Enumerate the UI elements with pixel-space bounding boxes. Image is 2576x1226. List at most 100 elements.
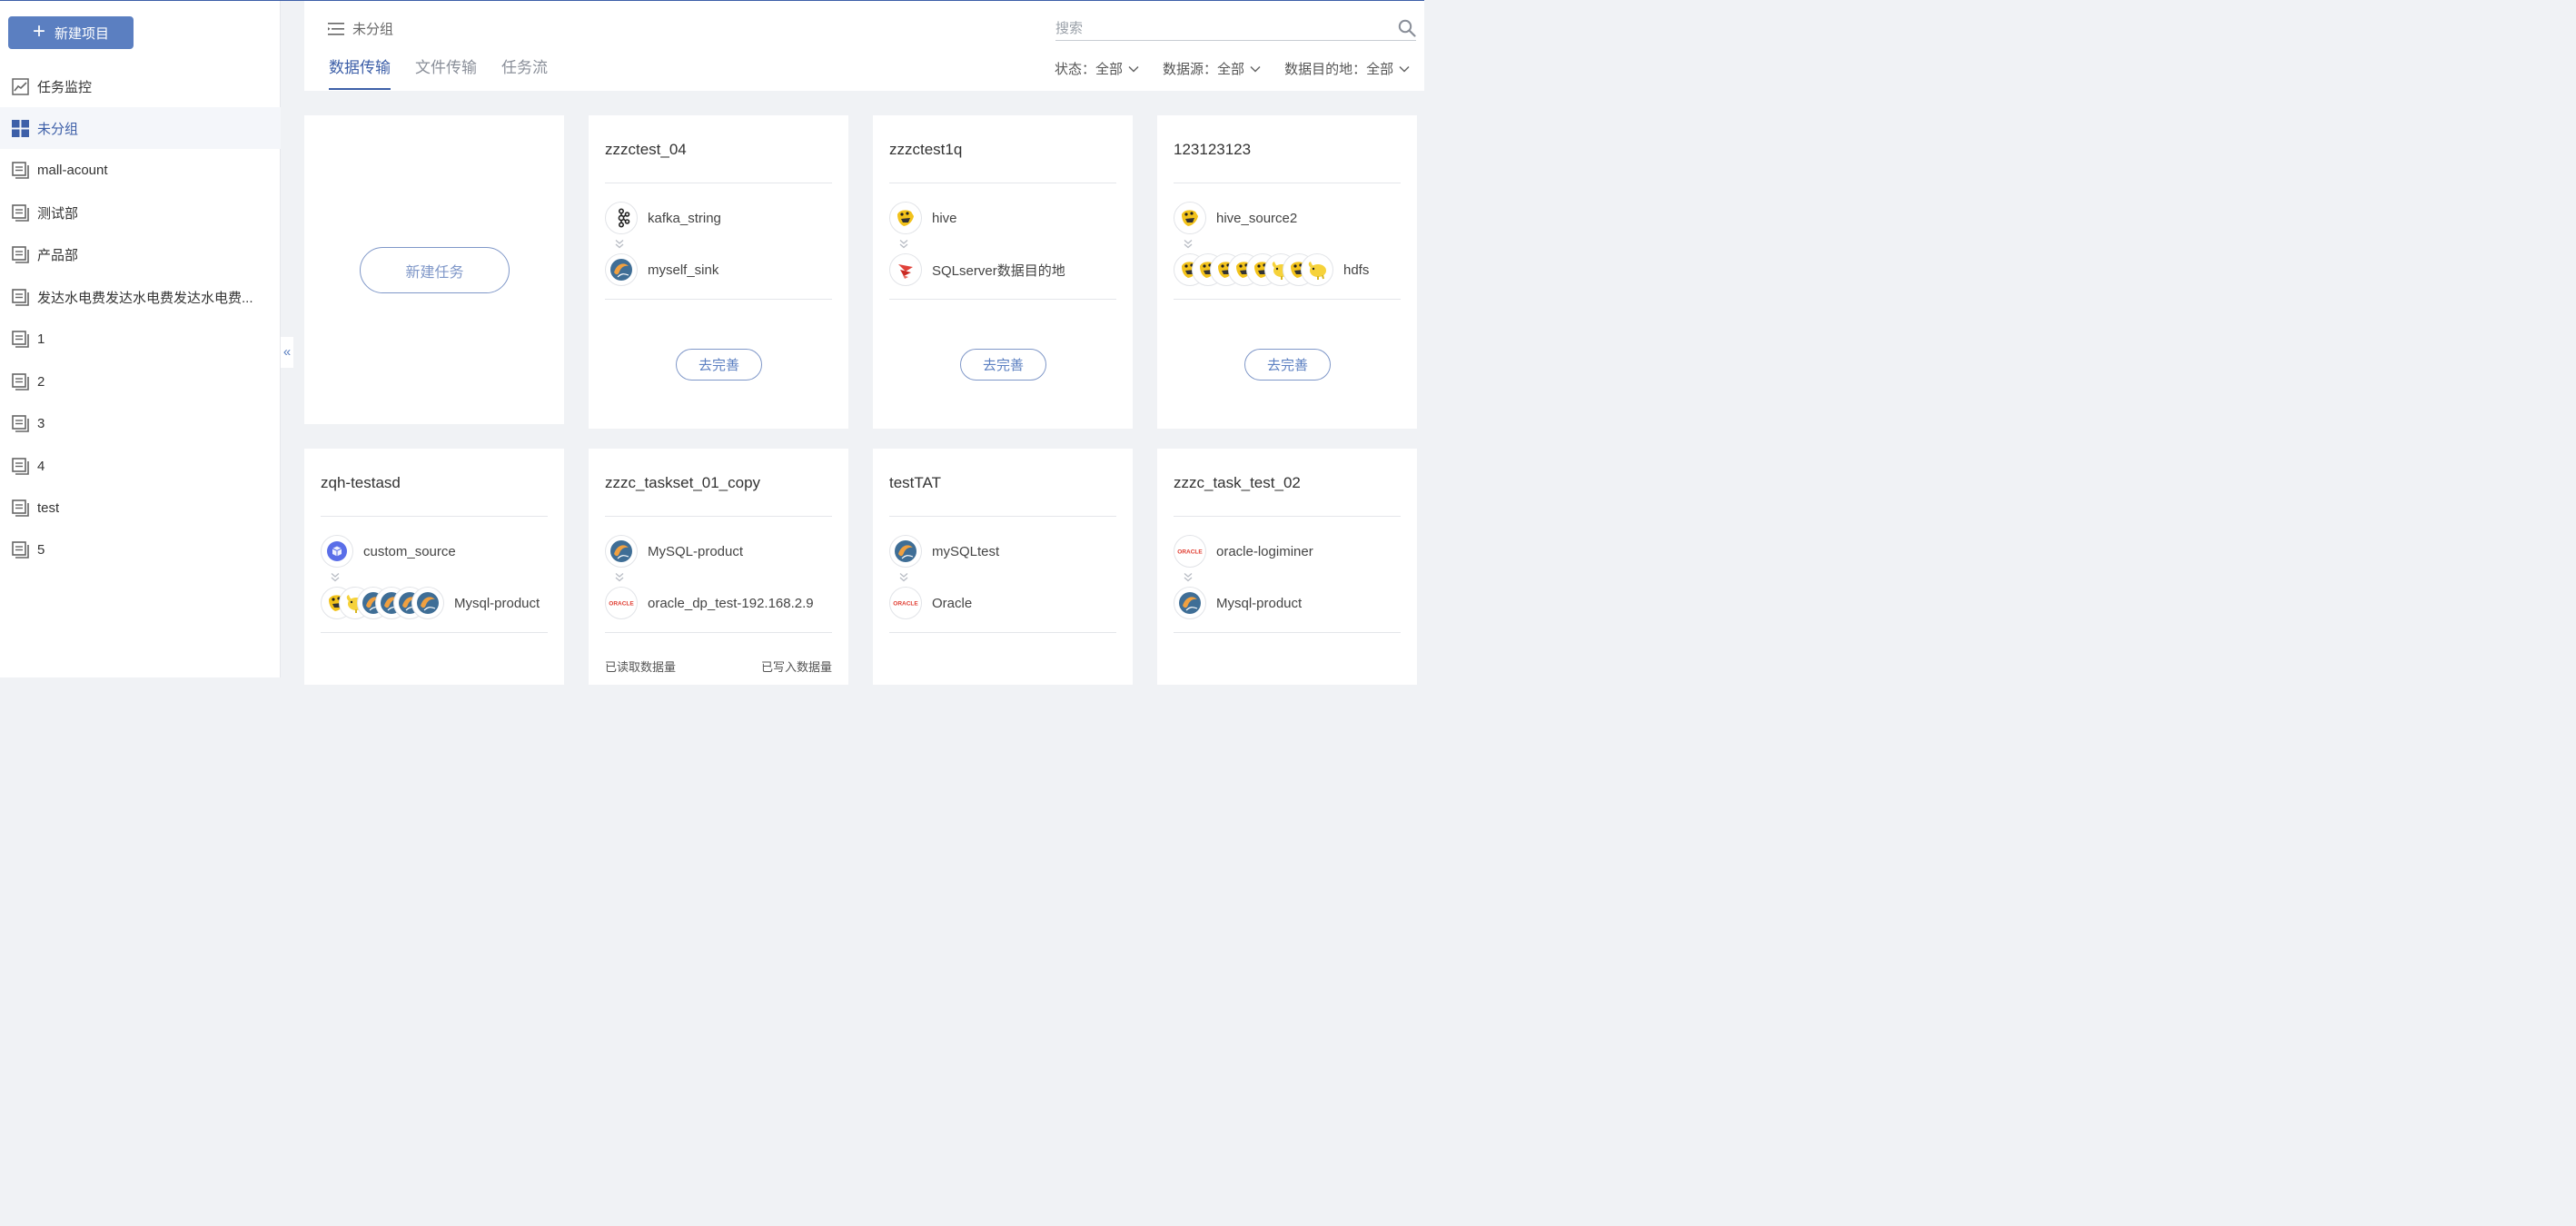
- source-row: hive: [889, 201, 1116, 235]
- source-label: custom_source: [363, 543, 456, 559]
- sidebar-item-label: 测试部: [37, 205, 79, 222]
- plus-icon: +: [32, 19, 45, 44]
- icon-stack: [1174, 587, 1206, 619]
- sidebar-item[interactable]: mall-acount: [0, 150, 281, 192]
- task-card[interactable]: testTAT mySQLtest ORACLE Oracle: [873, 449, 1133, 685]
- new-task-card: 新建任务: [304, 115, 564, 424]
- task-card-title[interactable]: zzzc_task_test_02: [1174, 474, 1301, 492]
- top-accent-line: [0, 0, 1424, 1]
- task-card[interactable]: zzzctest_04 kafka_string myself_sink 去完善: [589, 115, 848, 429]
- complete-button[interactable]: 去完善: [960, 349, 1046, 381]
- folder-icon: [12, 415, 29, 432]
- task-card-title[interactable]: 123123123: [1174, 141, 1251, 159]
- sidebar-item[interactable]: 4: [0, 445, 281, 487]
- icon-stack: ORACLE: [605, 587, 638, 619]
- divider: [605, 516, 832, 517]
- hadoop-icon: [1301, 253, 1333, 286]
- task-card[interactable]: zzzc_task_test_02 ORACLE oracle-logiminer M…: [1157, 449, 1417, 685]
- sidebar-item-label: 2: [37, 373, 45, 390]
- folder-icon: [12, 204, 29, 222]
- new-task-button[interactable]: 新建任务: [360, 247, 510, 293]
- sidebar-item-label: 4: [37, 458, 45, 474]
- source-label: kafka_string: [648, 210, 721, 226]
- custom-icon: [321, 535, 353, 568]
- double-chevron-down-icon: [615, 573, 624, 582]
- search-icon[interactable]: [1398, 19, 1416, 37]
- task-card-title[interactable]: zzzctest1q: [889, 141, 962, 159]
- task-card[interactable]: 123123123 hive_source2 hdfs 去完善: [1157, 115, 1417, 429]
- divider: [1174, 516, 1401, 517]
- task-card[interactable]: zzzctest1q hive SQLserver数据目的地 去完善: [873, 115, 1133, 429]
- source-row: ORACLE oracle-logiminer: [1174, 534, 1401, 569]
- task-card-title[interactable]: zqh-testasd: [321, 474, 401, 492]
- tab-data-transfer[interactable]: 数据传输: [329, 54, 391, 90]
- source-filter-label: 数据源：: [1163, 62, 1218, 77]
- sidebar-item-label: 产品部: [37, 248, 79, 264]
- written-volume-label: 已写入数据量: [760, 660, 832, 674]
- mysql-icon: [605, 253, 638, 286]
- tabs: 数据传输 文件传输 任务流: [329, 54, 548, 90]
- task-card[interactable]: zzzc_taskset_01_copy MySQL-product ORACLE o…: [589, 449, 848, 685]
- mysql-icon: [889, 535, 922, 568]
- tab-file-transfer[interactable]: 文件传输: [415, 54, 477, 88]
- sidebar-item[interactable]: 任务监控: [0, 65, 281, 107]
- icon-stack: ORACLE: [1174, 535, 1206, 568]
- icon-stack: [321, 535, 353, 568]
- sidebar-item-label: 5: [37, 542, 45, 559]
- grid-icon: [12, 119, 29, 137]
- sidebar-item[interactable]: 产品部: [0, 234, 281, 276]
- header: 未分组 数据传输 文件传输 任务流 状态： 全部 数据源： 全部 数据目的地： …: [304, 0, 1424, 91]
- sidebar-item[interactable]: 3: [0, 403, 281, 445]
- target-row: Mysql-product: [321, 586, 548, 620]
- svg-text:ORACLE: ORACLE: [893, 601, 918, 608]
- mysql-icon: [605, 535, 638, 568]
- destination-filter-value: 全部: [1366, 62, 1394, 77]
- task-card-title[interactable]: testTAT: [889, 474, 941, 492]
- sidebar-item[interactable]: 5: [0, 529, 281, 571]
- folder-icon: [12, 372, 29, 391]
- target-row: ORACLE oracle_dp_test-192.168.2.9: [605, 586, 832, 620]
- sidebar-item[interactable]: 测试部: [0, 192, 281, 233]
- complete-button[interactable]: 去完善: [676, 349, 762, 381]
- sidebar-item[interactable]: 1: [0, 319, 281, 361]
- sidebar-item[interactable]: 发达水电费发达水电费发达水电费...: [0, 276, 281, 318]
- group-title: 未分组: [328, 19, 393, 38]
- divider: [889, 632, 1116, 633]
- status-filter-value: 全部: [1095, 62, 1124, 77]
- icon-stack: [605, 535, 638, 568]
- search-input[interactable]: [1055, 20, 1382, 36]
- search-box: [1055, 16, 1416, 41]
- sidebar: + 新建项目 任务监控未分组 mall-acount 测试部产品部发达水电费发达水电…: [0, 0, 281, 677]
- task-card-title[interactable]: zzzctest_04: [605, 141, 687, 159]
- sqlserver-icon: [889, 253, 922, 286]
- status-filter[interactable]: 状态： 全部: [1055, 59, 1139, 78]
- sidebar-item[interactable]: 2: [0, 361, 281, 402]
- source-row: custom_source: [321, 534, 548, 569]
- hive-icon: [1174, 202, 1206, 234]
- double-chevron-down-icon: [615, 240, 624, 249]
- target-row: SQLserver数据目的地: [889, 252, 1116, 287]
- source-filter[interactable]: 数据源： 全部: [1163, 59, 1261, 78]
- chevron-down-icon: [1250, 65, 1261, 73]
- collapse-sidebar-button[interactable]: «: [281, 337, 293, 368]
- mysql-icon: [1174, 587, 1206, 619]
- sidebar-item-label: 任务监控: [37, 79, 93, 95]
- sidebar-item[interactable]: test: [0, 488, 281, 529]
- complete-button[interactable]: 去完善: [1244, 349, 1331, 381]
- sidebar-item[interactable]: 未分组: [0, 107, 281, 150]
- sidebar-item-label: 1: [37, 331, 45, 348]
- source-label: mySQLtest: [932, 543, 1000, 559]
- folder-icon: [12, 162, 29, 180]
- destination-filter[interactable]: 数据目的地： 全部: [1284, 59, 1410, 78]
- new-project-button[interactable]: + 新建项目: [8, 16, 134, 49]
- oracle-icon: ORACLE: [889, 587, 922, 619]
- tab-task-flow[interactable]: 任务流: [501, 54, 548, 88]
- svg-text:ORACLE: ORACLE: [1177, 549, 1203, 556]
- divider: [1174, 299, 1401, 300]
- svg-text:ORACLE: ORACLE: [609, 601, 634, 608]
- source-filter-value: 全部: [1217, 62, 1245, 77]
- task-card-title[interactable]: zzzc_taskset_01_copy: [605, 474, 760, 492]
- task-card[interactable]: zqh-testasd custom_source Mysql-product: [304, 449, 564, 685]
- double-chevron-down-icon: [899, 573, 908, 582]
- icon-stack: ORACLE: [889, 587, 922, 619]
